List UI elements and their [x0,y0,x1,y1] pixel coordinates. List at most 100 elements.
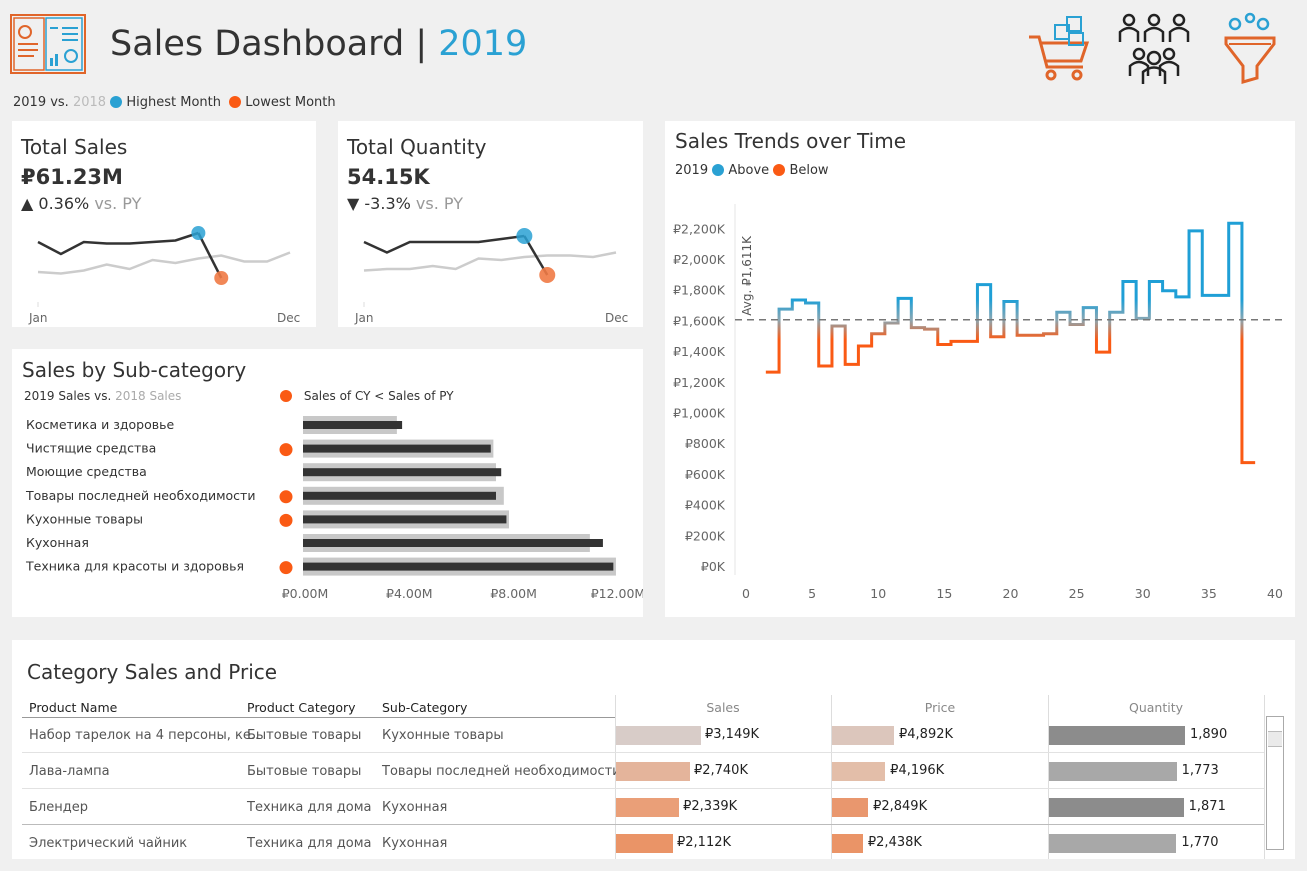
price-bar [832,834,863,853]
cell-product-name: Электрический чайник [29,836,188,851]
cell-subcategory: Кухонная [382,800,448,815]
title-year: 2019 [438,24,528,64]
kpi-delta-value: 0.36% [38,194,90,213]
col-header-category[interactable]: Product Category [247,700,356,715]
price-value: ₽2,849K [873,799,928,814]
sales-sparkline [37,226,291,307]
col-header-price[interactable]: Price [832,700,1048,715]
quantity-value: 1,770 [1181,835,1219,850]
title-separator: | [415,24,428,64]
trends-chart: ₽0K ₽200K ₽400K ₽600K ₽800K ₽1,000K ₽1,200K ₽1,… [673,204,1287,601]
cell-subcategory: Кухонная [382,836,448,851]
py-sparkline [363,251,617,272]
kpi-value: ₽61.23M [21,165,123,189]
kpi-delta-value: -3.3% [364,194,411,213]
kpi-card-total-quantity: Total Quantity 54.15K ▼ -3.3% vs. PY Jan… [338,121,643,327]
table-row[interactable]: Блендер Техника для дома Кухонная ₽2,339K ₽2… [12,790,1264,825]
row-divider [22,752,1264,753]
x-tick-label: 40 [1267,586,1283,601]
table-body: Набор тарелок на 4 персоны, ке.. Бытовые … [12,718,1272,859]
cell-subcategory: Кухонные товары [382,728,504,743]
x-tick-label: 20 [1003,586,1019,601]
y-tick-label: ₽600K [685,467,726,482]
title-text: Sales Dashboard [110,24,405,64]
subcategory-label: Чистящие средства [26,441,156,456]
y-tick-label: ₽2,200K [673,221,726,236]
kpi-axis-start: Jan [29,311,48,325]
row-divider [22,824,1264,825]
x-tick-label: ₽0.00M [282,586,329,601]
trends-card: Sales Trends over Time 2019 Above Below … [665,121,1295,617]
table-row[interactable]: Электрический чайник Техника для дома Кухо… [12,826,1262,859]
y-tick-label: ₽0K [701,559,726,574]
col-header-product[interactable]: Product Name [29,700,117,715]
table-row[interactable]: Набор тарелок на 4 персоны, ке.. Бытовые … [12,718,1264,753]
cy-bar [303,444,491,453]
x-tick-label: 15 [936,586,952,601]
cy-bar [303,562,614,571]
dashboard-logo-icon [10,14,86,74]
cy-bar [303,421,403,429]
page-title: Sales Dashboard | 2019 [110,24,527,64]
kpi-delta: ▼ -3.3% vs. PY [347,194,463,213]
sales-value: ₽2,339K [683,799,738,814]
y-tick-label: ₽1,800K [673,283,726,298]
y-tick-label: ₽1,200K [673,375,726,390]
shopping-cart-icon [1029,16,1090,81]
cell-product-category: Бытовые товары [247,764,362,779]
cell-product-category: Бытовые товары [247,728,362,743]
legend-lowest: Lowest Month [245,95,336,110]
y-tick-label: ₽1,000K [673,406,726,421]
x-tick-label: ₽4.00M [386,586,433,601]
header-legend: 2019 vs. 2018 Highest Month Lowest Month [13,95,336,110]
y-tick-label: ₽800K [685,436,726,451]
col-header-sales[interactable]: Sales [615,700,831,715]
y-tick-label: ₽400K [685,498,726,513]
row-divider [22,788,1264,789]
table-scrollbar[interactable] [1266,716,1284,850]
cy-sparkline [37,231,199,256]
lowest-month-marker [214,271,229,285]
cy-bar [303,515,507,524]
kpi-delta: ▲ 0.36% vs. PY [21,194,141,213]
category-table-card: Category Sales and Price Product Name Pr… [12,640,1295,859]
price-value: ₽4,196K [890,763,945,778]
cell-subcategory: Товары последней необходимости [382,764,621,779]
x-tick-label: 10 [870,586,886,601]
sales-value: ₽2,740K [693,763,748,778]
y-tick-label: ₽1,400K [673,344,726,359]
x-tick-label: 0 [742,586,750,601]
decline-flag-marker [279,443,293,457]
cy-bar [303,468,502,477]
table-row[interactable]: Лава-лампа Бытовые товары Товары последней… [12,754,1264,789]
kpi-delta-vs: vs. PY [94,194,142,213]
subcategory-label: Техника для красоты и здоровья [25,559,244,574]
subcategory-label: Моющие средства [26,464,147,479]
sales-value: ₽3,149K [705,727,760,742]
y-tick-label: ₽1,600K [673,313,726,328]
average-label: Avg. ₽1,611K [740,235,754,316]
lowest-month-marker [539,267,556,283]
kpi-axis-start: Jan [355,311,374,325]
cell-product-name: Лава-лампа [29,764,110,779]
y-tick-label: ₽200K [685,528,726,543]
col-header-subcategory[interactable]: Sub-Category [382,700,467,715]
sales-value: ₽2,112K [677,835,732,850]
x-tick-label: 35 [1201,586,1217,601]
highest-dot-icon [110,96,123,108]
col-header-quantity[interactable]: Quantity [1049,700,1263,715]
legend-py: 2018 [72,95,107,110]
up-arrow-icon: ▲ [21,194,34,213]
quantity-value: 1,773 [1181,763,1219,778]
price-value: ₽2,438K [867,835,922,850]
legend-highest: Highest Month [126,95,221,110]
cell-product-name: Набор тарелок на 4 персоны, ке.. [29,728,260,743]
cell-product-category: Техника для дома [247,836,372,851]
sales-trend-line [765,221,1256,465]
subcategory-card: Sales by Sub-category 2019 Sales vs. 201… [12,349,643,617]
sales-bar [616,762,690,781]
kpi-axis-end: Dec [277,311,301,325]
scrollbar-thumb[interactable] [1268,731,1282,747]
x-tick-label: 30 [1135,586,1151,601]
subcategory-label: Кухонные товары [26,511,143,526]
